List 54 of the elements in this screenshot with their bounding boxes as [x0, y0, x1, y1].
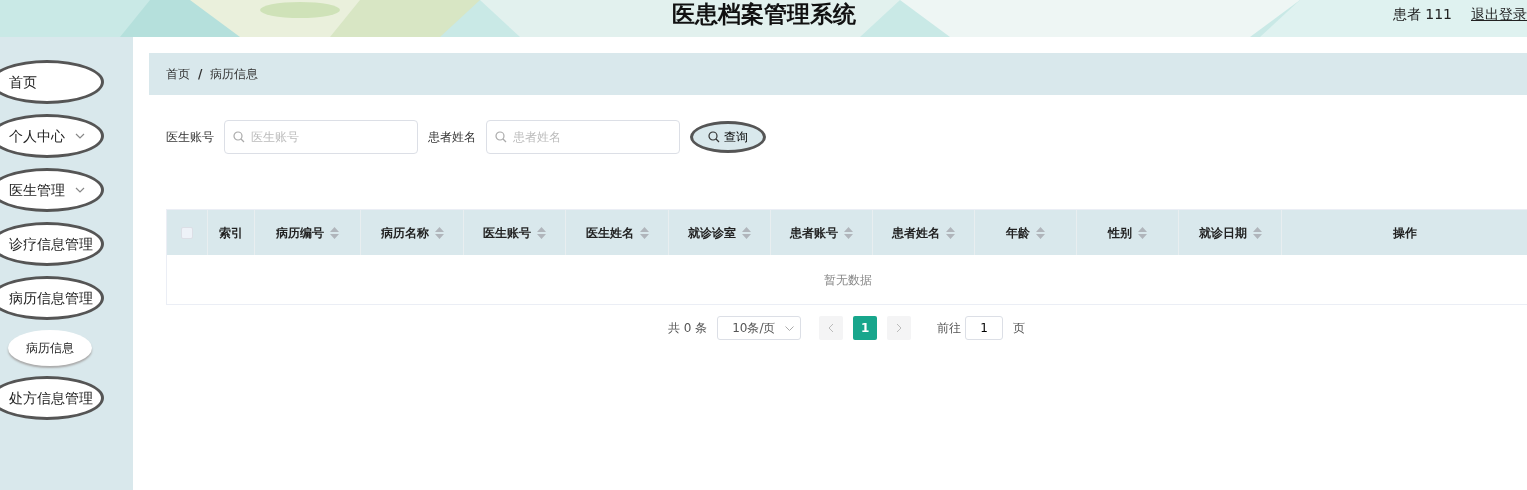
- sort-icon: [1252, 226, 1262, 239]
- column-header[interactable]: 病历名称: [361, 210, 464, 255]
- column-header[interactable]: 就诊日期: [1179, 210, 1282, 255]
- column-header[interactable]: 年龄: [975, 210, 1077, 255]
- menu-item[interactable]: 首页: [0, 60, 104, 104]
- empty-message: 暂无数据: [823, 271, 872, 289]
- menu-item[interactable]: 病历信息管理: [0, 276, 104, 320]
- goto-label: 前往: [937, 320, 962, 337]
- menu-item[interactable]: 医生管理: [0, 168, 104, 212]
- search-field[interactable]: 医生账号: [224, 120, 418, 154]
- sort-icon: [946, 226, 955, 239]
- chevron-down-icon: [75, 187, 85, 193]
- column-header: 操作: [1282, 210, 1527, 255]
- column-header: 索引: [208, 210, 255, 255]
- page-suffix: 页: [1013, 320, 1026, 337]
- column-header[interactable]: 病历编号: [255, 210, 361, 255]
- search-icon: [708, 131, 720, 143]
- sort-icon: [1138, 226, 1147, 239]
- sort-icon: [1036, 226, 1045, 239]
- column-header[interactable]: 医生姓名: [566, 210, 669, 255]
- column-header[interactable]: 患者账号: [771, 210, 873, 255]
- column-header[interactable]: 就诊诊室: [669, 210, 771, 255]
- total-count: 共 0 条: [667, 320, 708, 337]
- sort-icon: [639, 226, 649, 239]
- breadcrumb-current: 病历信息: [210, 66, 259, 83]
- menu-item[interactable]: 处方信息管理: [0, 376, 104, 420]
- column-header[interactable]: 性别: [1077, 210, 1179, 255]
- column-header[interactable]: 医生账号: [464, 210, 566, 255]
- sort-icon: [434, 226, 444, 239]
- app-title: 医患档案管理系统: [672, 0, 856, 28]
- menu-item[interactable]: 诊疗信息管理: [0, 222, 104, 266]
- sort-icon: [330, 226, 339, 239]
- chevron-down-icon: [75, 133, 85, 139]
- sort-icon: [537, 226, 546, 239]
- field-label: 医生账号: [166, 129, 214, 146]
- prev-page-button[interactable]: [819, 316, 844, 340]
- breadcrumb-separator: /: [198, 66, 203, 83]
- page-input[interactable]: 1: [965, 316, 1004, 340]
- field-label: 患者姓名: [428, 129, 476, 146]
- chevron-down-icon: [785, 325, 795, 331]
- menu-item[interactable]: 个人中心: [0, 114, 104, 158]
- breadcrumb-link[interactable]: 首页: [166, 65, 190, 83]
- chevron-left-icon: [828, 323, 835, 333]
- submenu-item[interactable]: 病历信息: [8, 330, 92, 366]
- sort-icon: [844, 226, 853, 239]
- sort-icon: [742, 226, 751, 239]
- chevron-right-icon: [896, 323, 903, 333]
- user-name: 患者 111: [1392, 5, 1452, 24]
- logout-link[interactable]: 退出登录: [1471, 4, 1527, 25]
- page-size-select[interactable]: 10条/页: [717, 316, 802, 340]
- search-field[interactable]: 患者姓名: [486, 120, 680, 154]
- next-page-button[interactable]: [887, 316, 912, 340]
- search-button[interactable]: 查询: [690, 121, 766, 153]
- column-header[interactable]: 患者姓名: [873, 210, 975, 255]
